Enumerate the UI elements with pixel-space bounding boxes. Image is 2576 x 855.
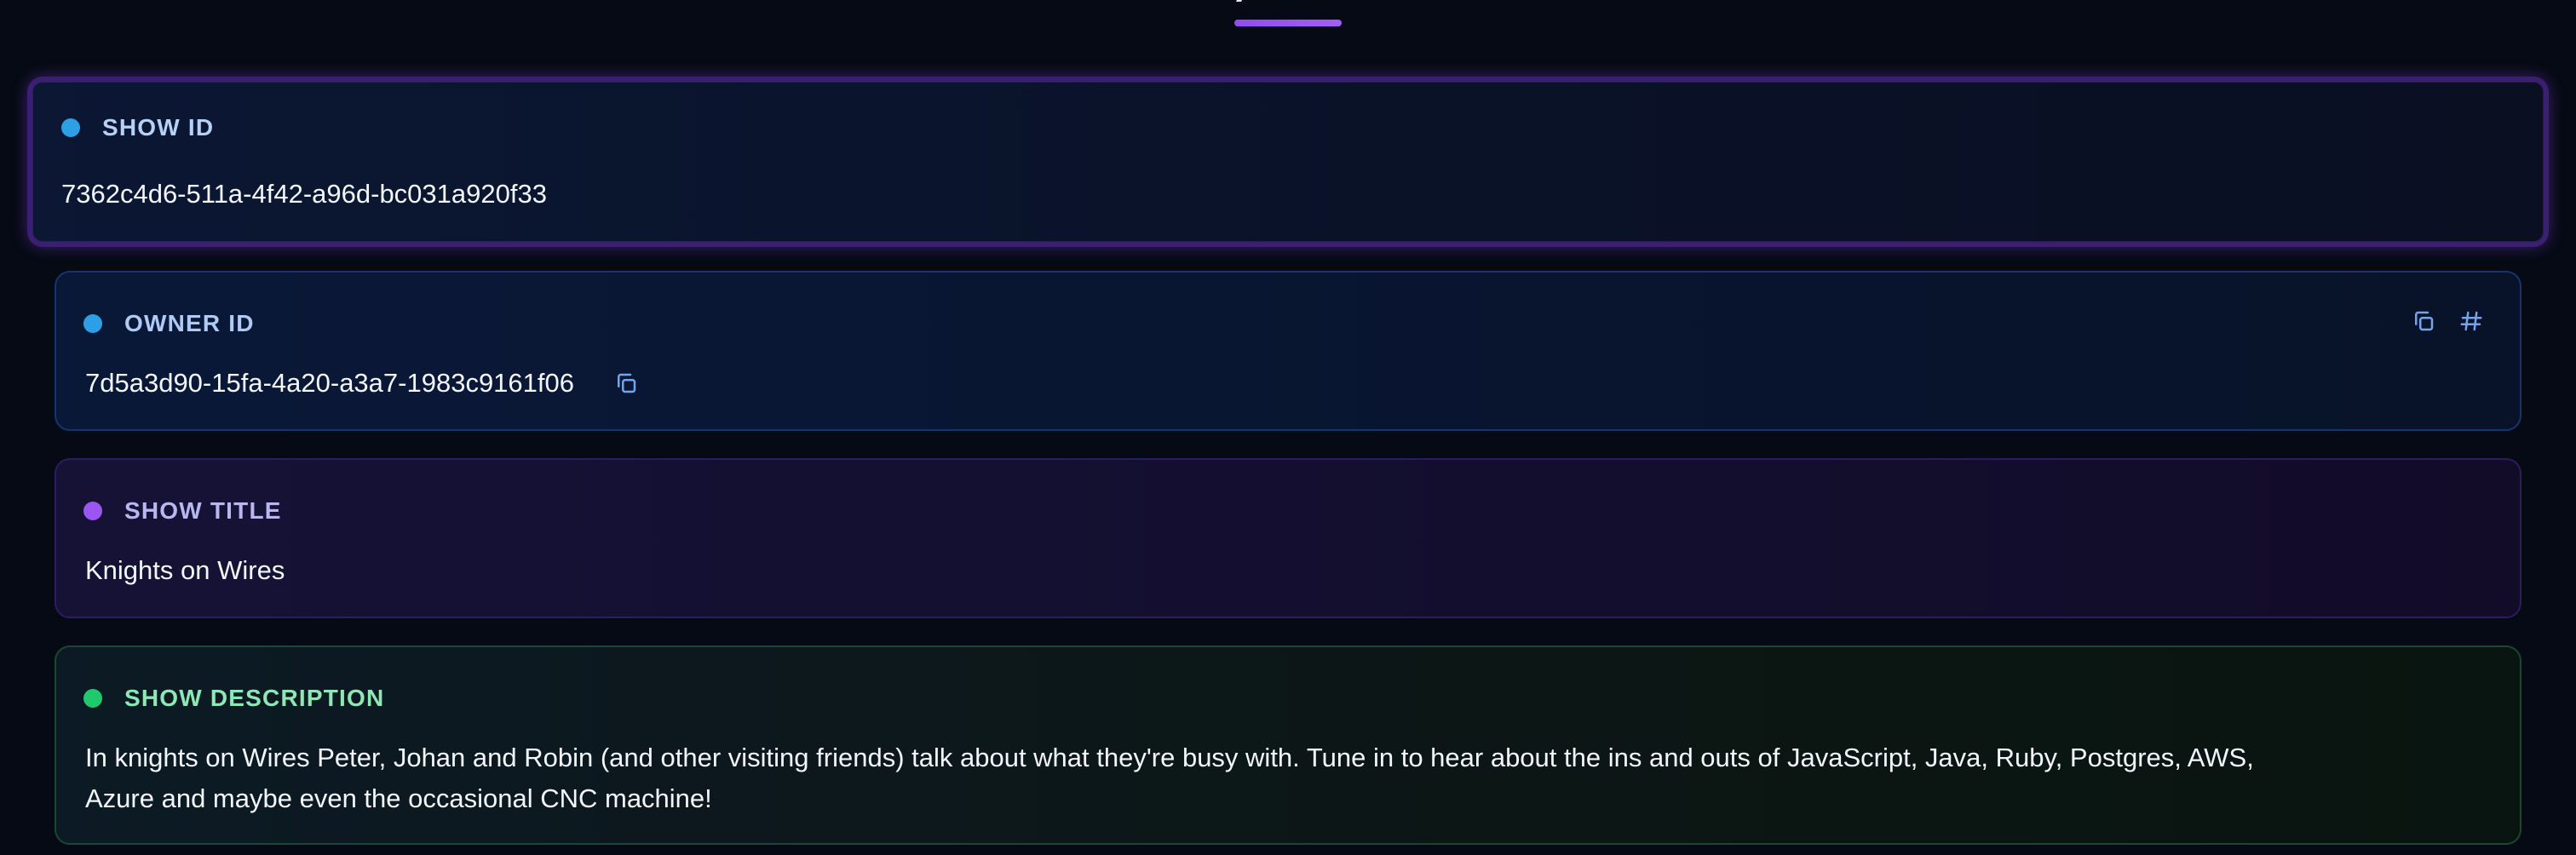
show-title-header: SHOW TITLE [83,494,282,528]
owner-id-card: OWNER ID 7d5a3d90-15fa-4a20-a3a7-1983c91… [55,271,2521,431]
active-tab-indicator [1234,20,1342,26]
owner-id-header: OWNER ID [83,307,255,341]
status-dot-icon [61,118,80,137]
show-title-value: Knights on Wires [85,555,285,585]
active-tab-label[interactable]: ) [1234,0,1342,2]
show-description-header: SHOW DESCRIPTION [83,681,384,715]
show-id-value: 7362c4d6-511a-4f42-a96d-bc031a920f33 [61,179,547,209]
show-description-label: SHOW DESCRIPTION [124,685,385,711]
copy-icon[interactable] [2407,305,2440,337]
hash-icon[interactable] [2455,305,2487,337]
owner-id-actions [2392,305,2487,337]
show-title-label: SHOW TITLE [124,497,282,524]
status-dot-icon [83,689,102,708]
status-dot-icon [83,502,102,520]
show-title-card: SHOW TITLE Knights on Wires [55,458,2521,618]
show-description-value: In knights on Wires Peter, Johan and Rob… [85,743,2254,813]
owner-id-value: 7d5a3d90-15fa-4a20-a3a7-1983c9161f06 [85,368,574,398]
owner-id-label: OWNER ID [124,310,255,336]
status-dot-icon [83,314,102,333]
show-description-card: SHOW DESCRIPTION In knights on Wires Pet… [55,646,2521,845]
show-id-header: SHOW ID [61,111,214,145]
show-id-card: SHOW ID 7362c4d6-511a-4f42-a96d-bc031a92… [27,77,2549,247]
owner-id-value-row: 7d5a3d90-15fa-4a20-a3a7-1983c9161f06 [85,363,642,404]
copy-icon[interactable] [610,367,642,399]
show-id-label: SHOW ID [102,114,215,141]
